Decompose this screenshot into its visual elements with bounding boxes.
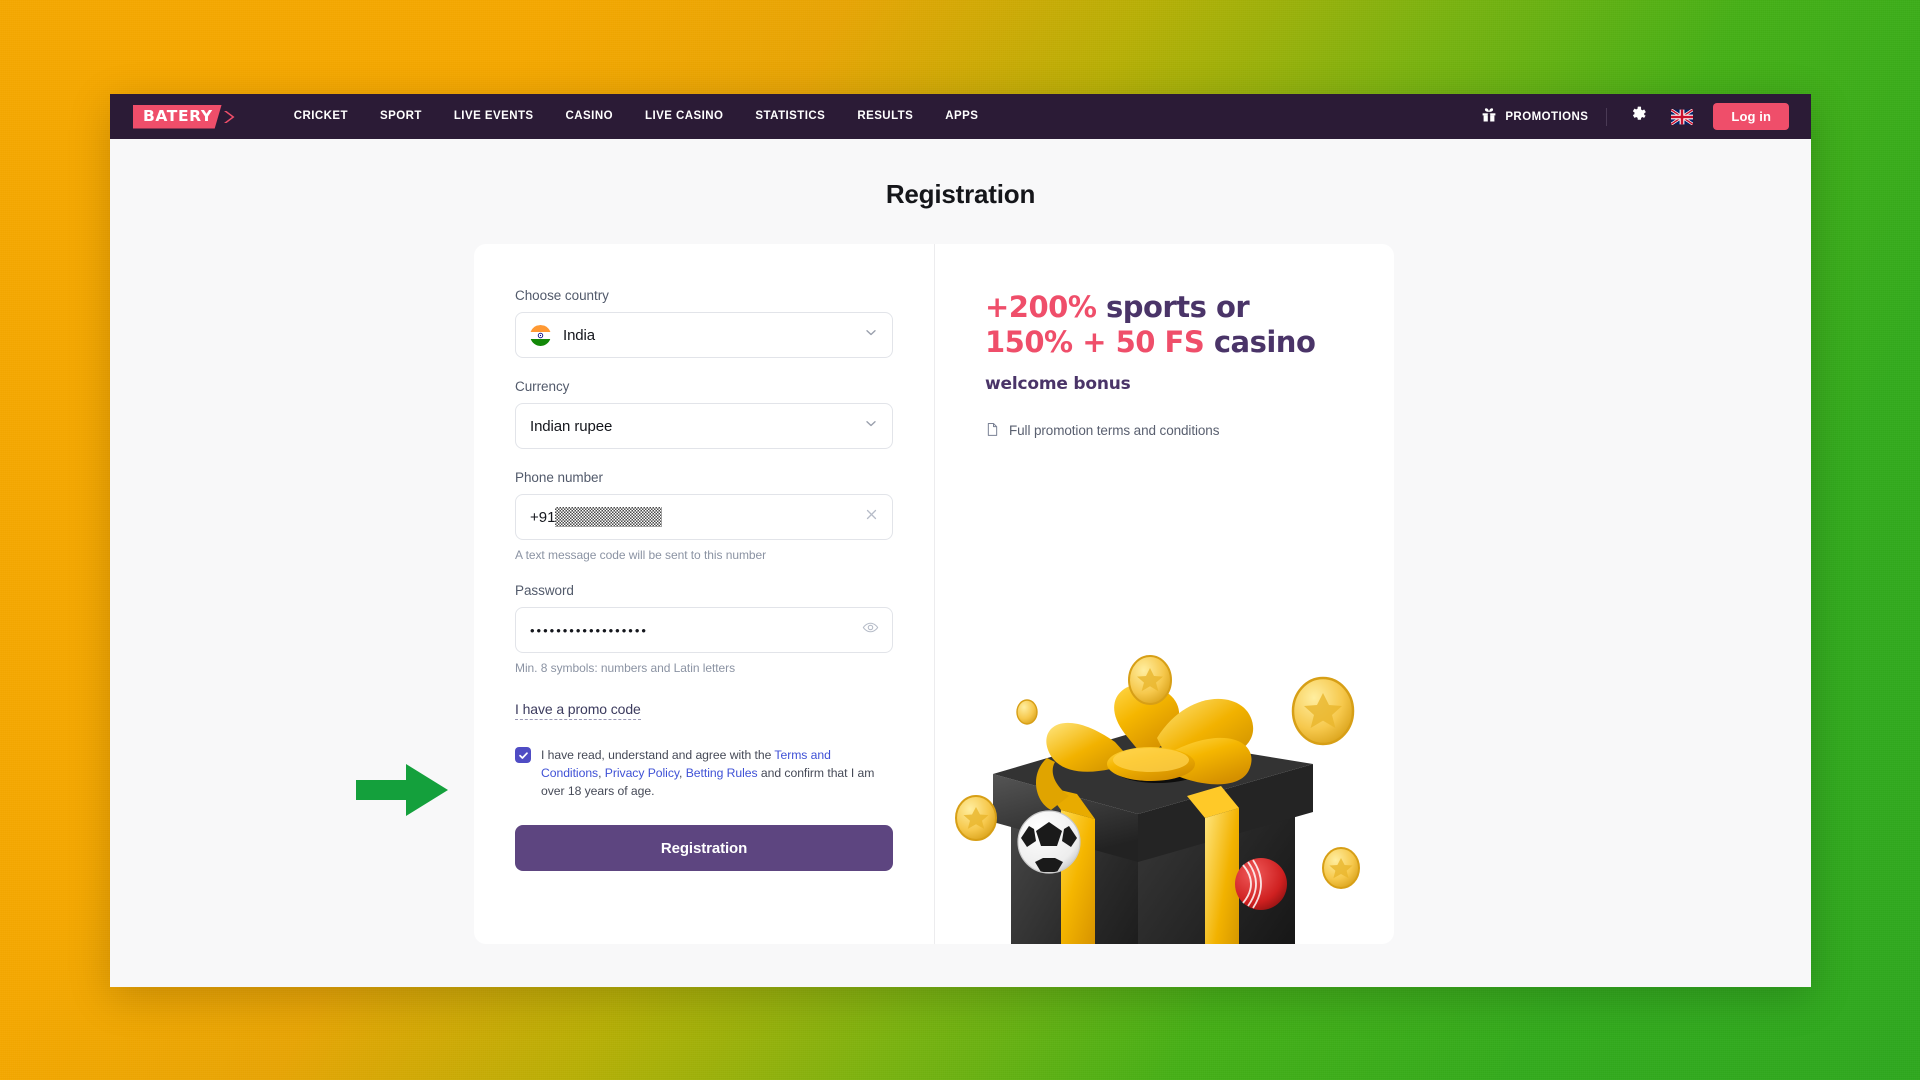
registration-card: Choose country India Currency Indian rup… <box>474 244 1394 944</box>
nav-item-statistics[interactable]: STATISTICS <box>739 94 841 139</box>
currency-select[interactable]: Indian rupee <box>515 403 893 449</box>
batery-logo[interactable]: BATERY <box>133 105 240 129</box>
logo-chevron-icon <box>220 105 240 129</box>
terms-sep-2: , <box>679 766 686 781</box>
chevron-down-icon <box>864 326 878 345</box>
phone-number-redacted <box>555 507 663 527</box>
registration-submit-button[interactable]: Registration <box>515 825 893 872</box>
phone-label: Phone number <box>515 470 603 485</box>
registration-form: Choose country India Currency Indian rup… <box>474 244 934 944</box>
nav-item-cricket[interactable]: CRICKET <box>278 94 364 139</box>
promo-panel: +200% sports or 150% + 50 FS casino welc… <box>935 244 1394 944</box>
nav-item-apps[interactable]: APPS <box>929 94 994 139</box>
promo-terms-link[interactable]: Full promotion terms and conditions <box>985 422 1394 440</box>
country-label: Choose country <box>515 288 609 303</box>
promo-code-link[interactable]: I have a promo code <box>515 701 641 720</box>
promo-headline-line-1: +200% sports or <box>985 290 1394 325</box>
promo-highlight-2: 150% + 50 FS <box>985 325 1205 360</box>
phone-input[interactable]: +91 <box>515 494 893 540</box>
gear-icon <box>1630 106 1647 128</box>
country-value: India <box>563 326 596 344</box>
betting-rules-link[interactable]: Betting Rules <box>686 766 758 780</box>
promo-headline-line-2: 150% + 50 FS casino <box>985 325 1394 360</box>
nav-item-sport[interactable]: SPORT <box>364 94 438 139</box>
promo-rest-2: casino <box>1204 325 1316 360</box>
password-label: Password <box>515 583 574 598</box>
language-uk-flag-icon[interactable] <box>1671 108 1694 125</box>
nav-right-group: PROMOTIONS Log in <box>1481 103 1789 130</box>
currency-label: Currency <box>515 379 570 394</box>
main-nav-links: CRICKET SPORT LIVE EVENTS CASINO LIVE CA… <box>278 94 995 139</box>
promo-headline: +200% sports or 150% + 50 FS casino <box>985 290 1394 361</box>
phone-hint: A text message code will be sent to this… <box>515 548 767 562</box>
browser-window: BATERY CRICKET SPORT LIVE EVENTS CASINO … <box>110 94 1811 987</box>
nav-item-live-events[interactable]: LIVE EVENTS <box>438 94 550 139</box>
toggle-password-visibility-eye-icon[interactable] <box>862 619 879 641</box>
promo-subtitle: welcome bonus <box>985 373 1131 394</box>
terms-agreement-row: I have read, understand and agree with t… <box>515 746 893 800</box>
gift-box-illustration <box>943 646 1363 944</box>
document-icon <box>985 422 1000 440</box>
password-input[interactable]: •••••••••••••••••• <box>515 607 893 653</box>
phone-country-prefix: +91 <box>530 508 556 526</box>
login-button[interactable]: Log in <box>1713 103 1789 130</box>
privacy-policy-link[interactable]: Privacy Policy <box>605 766 679 780</box>
currency-value: Indian rupee <box>530 417 613 435</box>
nav-item-results[interactable]: RESULTS <box>841 94 929 139</box>
password-value-masked: •••••••••••••••••• <box>530 622 648 638</box>
annotation-arrow <box>356 762 448 818</box>
logo-text: BATERY <box>143 106 213 125</box>
terms-sep-1: , <box>598 766 605 781</box>
nav-divider <box>1606 107 1608 126</box>
clear-phone-icon[interactable] <box>864 507 879 527</box>
settings-button[interactable] <box>1625 104 1651 130</box>
terms-text: I have read, understand and agree with t… <box>541 746 893 800</box>
nav-item-casino[interactable]: CASINO <box>550 94 629 139</box>
terms-checkbox[interactable] <box>515 747 531 763</box>
chevron-down-icon <box>864 417 878 436</box>
terms-part-1: I have read, understand and agree with t… <box>541 748 775 762</box>
india-flag-icon <box>530 324 551 346</box>
promotions-label: PROMOTIONS <box>1505 110 1589 123</box>
logo-plate: BATERY <box>133 105 222 129</box>
promo-terms-label: Full promotion terms and conditions <box>1009 423 1220 439</box>
country-select[interactable]: India <box>515 312 893 358</box>
promo-highlight-1: +200% <box>985 290 1097 324</box>
page-title: Registration <box>885 179 1036 209</box>
top-navigation-bar: BATERY CRICKET SPORT LIVE EVENTS CASINO … <box>110 94 1811 139</box>
nav-item-live-casino[interactable]: LIVE CASINO <box>629 94 739 139</box>
promotions-button[interactable]: PROMOTIONS <box>1481 107 1606 126</box>
page-content: Registration Choose country India Curren… <box>110 139 1811 987</box>
promo-rest-1: sports or <box>1096 290 1250 324</box>
gift-icon <box>1481 107 1497 126</box>
password-hint: Min. 8 symbols: numbers and Latin letter… <box>515 661 736 675</box>
